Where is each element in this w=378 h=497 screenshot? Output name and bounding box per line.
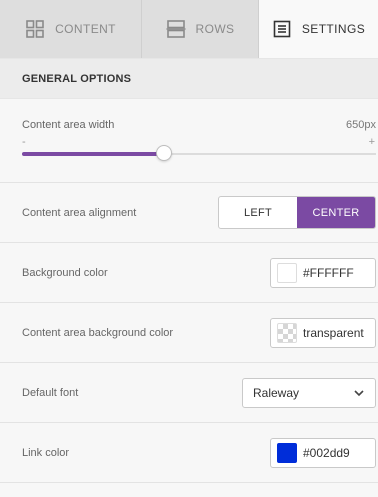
tab-content[interactable]: CONTENT [0,0,142,58]
grid-icon [25,19,45,39]
transparent-swatch [277,323,297,343]
slider-thumb[interactable] [155,145,172,161]
default-font-value: Raleway [253,386,300,400]
increase-width-button[interactable]: + [369,136,375,148]
background-color-value: #FFFFFF [303,266,354,280]
section-header: GENERAL OPTIONS [0,58,378,99]
link-color-picker[interactable]: #002dd9 [270,438,376,468]
tab-settings[interactable]: SETTINGS [259,0,378,58]
tab-bar: CONTENT ROWS SETTINGS [0,0,378,58]
tab-content-label: CONTENT [55,22,116,36]
settings-doc-icon [272,19,292,39]
default-font-row: Default font Raleway [0,363,378,423]
alignment-row: Content area alignment LEFT CENTER [0,183,378,243]
default-font-label: Default font [22,386,79,399]
content-bg-color-label: Content area background color [22,326,174,339]
rows-icon [166,19,186,39]
link-color-value: #002dd9 [303,446,350,460]
background-color-label: Background color [22,266,108,279]
tab-rows-label: ROWS [195,22,235,36]
link-color-label: Link color [22,446,70,459]
content-bg-color-row: Content area background color transparen… [0,303,378,363]
background-color-row: Background color #FFFFFF [0,243,378,303]
link-color-swatch [277,443,297,463]
content-bg-color-value: transparent [303,326,364,340]
tab-settings-label: SETTINGS [301,22,366,36]
decrease-width-button[interactable]: - [22,136,26,148]
align-center-button[interactable]: CENTER [297,197,375,228]
align-left-button[interactable]: LEFT [219,197,297,228]
chevron-down-icon [353,387,365,399]
settings-panel: CONTENT ROWS SETTINGS GENERAL OPTIONS Co… [0,0,378,497]
default-font-select[interactable]: Raleway [242,378,376,408]
slider-fill [22,152,164,156]
content-bg-color-picker[interactable]: transparent [270,318,376,348]
background-color-swatch [277,263,297,283]
link-color-row: Link color #002dd9 [0,423,378,483]
background-color-picker[interactable]: #FFFFFF [270,258,376,288]
content-width-value: 650px [346,119,376,131]
content-width-slider[interactable] [22,145,376,161]
tab-rows[interactable]: ROWS [142,0,259,58]
content-width-label: Content area width [22,119,115,131]
content-width-row: Content area width 650px - + [0,99,378,183]
alignment-label: Content area alignment [22,206,137,219]
alignment-toggle: LEFT CENTER [218,196,376,229]
